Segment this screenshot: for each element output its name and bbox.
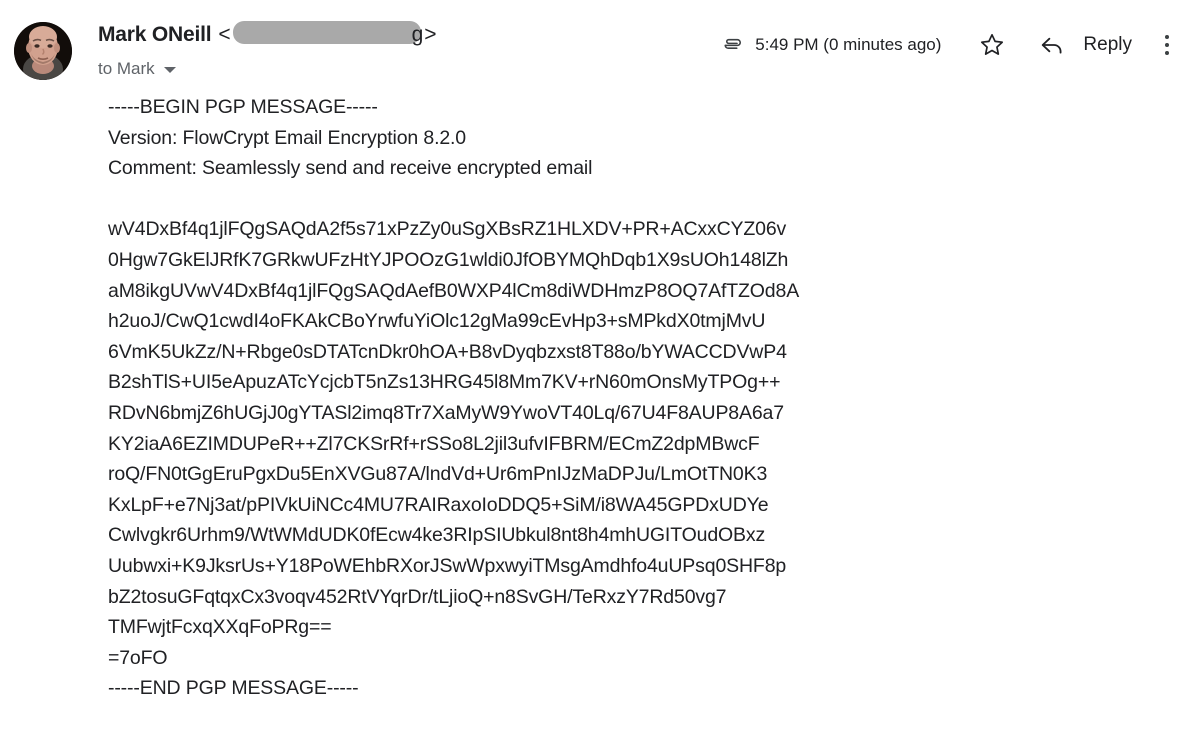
more-dot bbox=[1165, 51, 1169, 55]
reply-label[interactable]: Reply bbox=[1083, 33, 1132, 57]
pgp-ciphertext-line: Cwlvgkr6Urhm9/WtWMdUDK0fEcw4ke3RIpSIUbku… bbox=[108, 524, 766, 547]
star-icon[interactable] bbox=[975, 28, 1009, 62]
recipient-label: to Mark bbox=[98, 59, 155, 78]
pgp-ciphertext-line: h2uoJ/CwQ1cwdI4oFKAkCBoYrwfuYiOlc12gMa99… bbox=[108, 310, 766, 333]
email-open-bracket: < bbox=[218, 23, 231, 46]
sender-name[interactable]: Mark ONeill bbox=[98, 20, 212, 50]
email-header: Mark ONeill < g > to Mark 5:49 PM (0 min… bbox=[0, 0, 1200, 80]
pgp-ciphertext-line: aM8ikgUVwV4DxBf4q1jlFQgSAQdAefB0WXP4lCm8… bbox=[108, 279, 800, 302]
more-dot bbox=[1165, 35, 1169, 39]
pgp-ciphertext-line: B2shTlS+UI5eApuzATcYcjcbT5nZs13HRG45l8Mm… bbox=[108, 371, 781, 394]
redacted-email-address bbox=[232, 21, 421, 44]
email-message-view: Mark ONeill < g > to Mark 5:49 PM (0 min… bbox=[0, 0, 1200, 748]
pgp-ciphertext-block: wV4DxBf4q1jlFQgSAQdA2f5s71xPzZy0uSgXBsRZ… bbox=[108, 214, 1200, 673]
pgp-ciphertext-line: RDvN6bmjZ6hUGjJ0gYTASl2imq8Tr7XaMyW9YwoV… bbox=[108, 401, 784, 424]
header-actions: 5:49 PM (0 minutes ago) Reply bbox=[722, 18, 1186, 62]
more-options-icon[interactable] bbox=[1150, 28, 1184, 62]
avatar[interactable] bbox=[14, 22, 72, 80]
pgp-begin-marker: -----BEGIN PGP MESSAGE----- bbox=[108, 96, 378, 118]
sender-info: Mark ONeill < g > to Mark bbox=[72, 18, 722, 80]
sender-line: Mark ONeill < g > bbox=[98, 18, 722, 50]
reply-button[interactable]: Reply bbox=[1035, 28, 1132, 62]
pgp-ciphertext-line: wV4DxBf4q1jlFQgSAQdA2f5s71xPzZy0uSgXBsRZ… bbox=[108, 218, 787, 241]
pgp-message-body: -----BEGIN PGP MESSAGE----- Version: Flo… bbox=[0, 78, 1200, 704]
pgp-ciphertext-line: roQ/FN0tGgEruPgxDu5EnXVGu87A/lndVd+Ur6mP… bbox=[108, 463, 768, 486]
pgp-ciphertext-line: TMFwjtFcxqXXqFoPRg== bbox=[108, 616, 332, 639]
pgp-comment-line: Comment: Seamlessly send and receive enc… bbox=[108, 157, 593, 180]
pgp-ciphertext-line: 0Hgw7GkElJRfK7GRkwUFzHtYJPOOzG1wldi0JfOB… bbox=[108, 248, 789, 271]
pgp-ciphertext-line: Uubwxi+K9JksrUs+Y18PoWEhbRXorJSwWpxwyiTM… bbox=[108, 554, 787, 577]
pgp-ciphertext-line: KY2iaA6EZIMDUPeR++Zl7CKSrRf+rSSo8L2jil3u… bbox=[108, 432, 760, 455]
pgp-version-line: Version: FlowCrypt Email Encryption 8.2.… bbox=[108, 126, 466, 149]
pgp-ciphertext-line: =7oFO bbox=[108, 646, 168, 669]
recipient-row[interactable]: to Mark bbox=[98, 58, 722, 80]
timestamp: 5:49 PM (0 minutes ago) bbox=[755, 35, 942, 54]
pgp-ciphertext-line: bZ2tosuGFqtqxCx3voqv452RtVYqrDr/tLjioQ+n… bbox=[108, 585, 727, 608]
email-visible-tail: g bbox=[411, 23, 424, 46]
paperclip-icon bbox=[722, 34, 744, 56]
pgp-end-marker: -----END PGP MESSAGE----- bbox=[108, 677, 359, 700]
pgp-blank-line bbox=[108, 184, 1200, 215]
more-dot bbox=[1165, 43, 1169, 47]
pgp-ciphertext-line: 6VmK5UkZz/N+Rbge0sDTATcnDkr0hOA+B8vDyqbz… bbox=[108, 340, 787, 363]
email-close-bracket: > bbox=[424, 23, 437, 46]
pgp-ciphertext-line: KxLpF+e7Nj3at/pPIVkUiNCc4MU7RAIRaxoIoDDQ… bbox=[108, 493, 769, 516]
reply-arrow-icon[interactable] bbox=[1035, 28, 1069, 62]
chevron-down-icon[interactable] bbox=[163, 67, 176, 73]
